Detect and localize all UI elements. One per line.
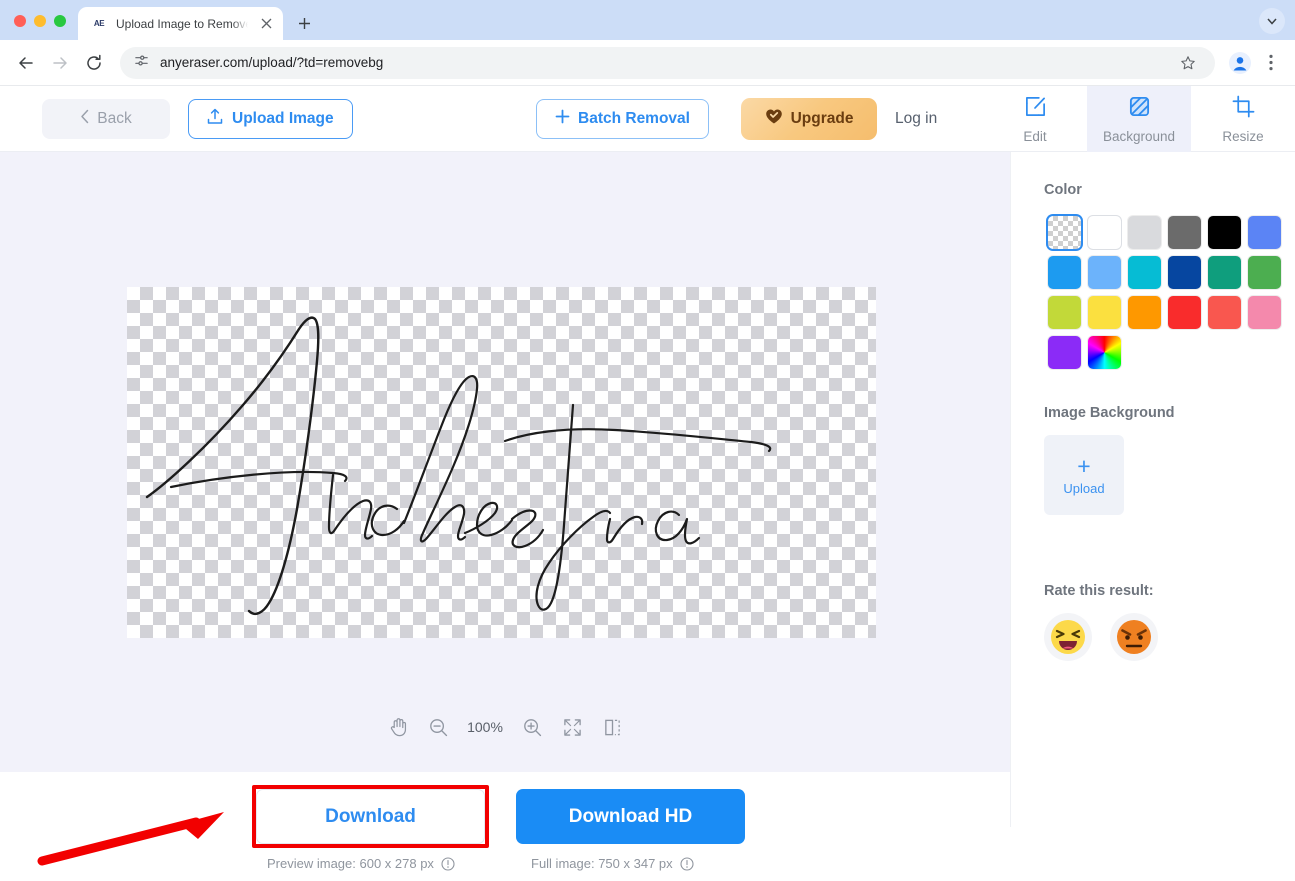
star-icon[interactable] <box>1175 50 1201 76</box>
color-swatch-white[interactable] <box>1084 212 1124 252</box>
site-settings-icon[interactable] <box>134 53 149 73</box>
app-toolbar: Back Upload Image Batch Removal Upgrade … <box>0 86 1295 152</box>
window-traffic-lights <box>0 15 78 40</box>
plus-icon: + <box>1077 452 1091 479</box>
fit-screen-button[interactable] <box>559 714 585 740</box>
zoom-level-display[interactable]: 100% <box>465 719 505 735</box>
upload-icon <box>207 108 223 130</box>
upgrade-button[interactable]: Upgrade <box>741 97 877 140</box>
color-swatch-dark-gray[interactable] <box>1164 212 1204 252</box>
color-swatch-orange[interactable] <box>1124 292 1164 332</box>
close-icon[interactable] <box>257 15 275 33</box>
angry-face-icon <box>1117 620 1151 654</box>
pan-hand-tool[interactable] <box>385 714 411 740</box>
crop-icon <box>1232 95 1255 123</box>
zoom-out-button[interactable] <box>425 714 451 740</box>
batch-removal-button[interactable]: Batch Removal <box>536 98 709 139</box>
upload-image-button[interactable]: Upload Image <box>188 98 353 139</box>
chevron-left-icon <box>80 109 90 129</box>
address-bar-url: anyeraser.com/upload/?td=removebg <box>160 55 384 70</box>
background-upload-button[interactable]: + Upload <box>1044 435 1124 515</box>
color-swatch-pink[interactable] <box>1244 292 1284 332</box>
browser-toolbar: anyeraser.com/upload/?td=removebg <box>0 40 1295 86</box>
zoom-in-button[interactable] <box>519 714 545 740</box>
anyeraser-favicon: AE <box>93 19 105 28</box>
tab-background-label: Background <box>1102 128 1176 144</box>
canvas-pane: 100% <box>0 152 1010 772</box>
color-swatch-transparent[interactable] <box>1044 212 1084 252</box>
login-button[interactable]: Log in <box>895 110 937 128</box>
color-swatch-lime-green[interactable] <box>1044 292 1084 332</box>
image-background-heading: Image Background <box>1044 405 1175 421</box>
info-icon[interactable] <box>680 856 694 871</box>
color-swatch-green[interactable] <box>1244 252 1284 292</box>
color-swatch-azure-blue[interactable] <box>1044 252 1084 292</box>
tab-edit[interactable]: Edit <box>983 86 1087 152</box>
color-swatch-yellow[interactable] <box>1084 292 1124 332</box>
edit-pencil-icon <box>1024 95 1047 123</box>
address-bar[interactable]: anyeraser.com/upload/?td=removebg <box>120 46 1215 79</box>
full-size-caption: Full image: 750 x 347 px <box>531 856 694 871</box>
download-hd-button[interactable]: Download HD <box>516 789 745 844</box>
color-swatch-cyan[interactable] <box>1124 252 1164 292</box>
image-preview-canvas[interactable] <box>127 287 876 638</box>
download-bar: Download Download HD Preview image: 600 … <box>0 772 1010 881</box>
close-window-button[interactable] <box>14 15 26 27</box>
maximize-window-button[interactable] <box>54 15 66 27</box>
color-swatch-sky-blue[interactable] <box>1084 252 1124 292</box>
batch-removal-label: Batch Removal <box>578 109 690 127</box>
tab-resize-label: Resize <box>1222 128 1264 144</box>
tool-tabs: Edit Background Resize <box>983 86 1295 152</box>
chevron-down-icon[interactable] <box>1259 8 1285 34</box>
rate-angry-button[interactable] <box>1110 613 1158 661</box>
tab-background[interactable]: Background <box>1087 86 1191 152</box>
browser-tab-title: Upload Image to Remove Bg <box>116 16 248 31</box>
rate-happy-button[interactable] <box>1044 613 1092 661</box>
minimize-window-button[interactable] <box>34 15 46 27</box>
back-arrow-icon[interactable] <box>10 47 42 79</box>
background-settings-sidebar: Color Image Background + Upload Rate thi… <box>1010 152 1295 827</box>
download-button-wrapper: Download <box>252 785 489 848</box>
upload-image-label: Upload Image <box>232 109 334 127</box>
preview-size-label: Preview image: 600 x 278 px <box>267 856 434 871</box>
color-swatch-red[interactable] <box>1164 292 1204 332</box>
color-swatch-grid <box>1044 212 1284 372</box>
back-button[interactable]: Back <box>42 98 170 139</box>
color-swatch-purple[interactable] <box>1044 332 1084 372</box>
canvas-zoom-toolbar: 100% <box>0 714 1010 740</box>
new-tab-button[interactable] <box>290 9 318 37</box>
compare-split-button[interactable] <box>599 714 625 740</box>
rate-result-heading: Rate this result: <box>1044 583 1154 599</box>
color-swatch-rainbow-picker[interactable] <box>1084 332 1124 372</box>
color-swatch-light-gray[interactable] <box>1124 212 1164 252</box>
plus-icon <box>555 109 570 129</box>
browser-tabstrip: AE Upload Image to Remove Bg <box>0 0 1295 40</box>
upgrade-label: Upgrade <box>790 109 854 127</box>
info-icon[interactable] <box>441 856 455 871</box>
profile-avatar-icon[interactable] <box>1225 48 1255 78</box>
color-swatch-navy-blue[interactable] <box>1164 252 1204 292</box>
background-upload-label: Upload <box>1063 480 1105 496</box>
color-swatch-teal-green[interactable] <box>1204 252 1244 292</box>
download-button[interactable]: Download <box>256 789 485 844</box>
color-swatch-coral-red[interactable] <box>1204 292 1244 332</box>
full-size-label: Full image: 750 x 347 px <box>531 856 673 871</box>
browser-tab-active[interactable]: AE Upload Image to Remove Bg <box>78 7 283 40</box>
background-hatch-icon <box>1128 95 1151 123</box>
signature-artwork <box>145 316 772 615</box>
three-dot-menu-icon[interactable] <box>1257 49 1285 77</box>
color-section-heading: Color <box>1044 182 1082 198</box>
reload-icon[interactable] <box>78 47 110 79</box>
back-button-label: Back <box>97 109 132 127</box>
tab-resize[interactable]: Resize <box>1191 86 1295 152</box>
forward-arrow-icon <box>44 47 76 79</box>
laughing-face-icon <box>1051 620 1085 654</box>
workspace: 100% Download Download HD Preview image:… <box>0 152 1295 881</box>
heart-check-icon <box>765 108 783 130</box>
tab-edit-label: Edit <box>1023 128 1047 144</box>
color-swatch-black[interactable] <box>1204 212 1244 252</box>
color-swatch-cornflower-blue[interactable] <box>1244 212 1284 252</box>
rate-buttons-row <box>1044 613 1295 661</box>
preview-size-caption: Preview image: 600 x 278 px <box>267 856 455 871</box>
